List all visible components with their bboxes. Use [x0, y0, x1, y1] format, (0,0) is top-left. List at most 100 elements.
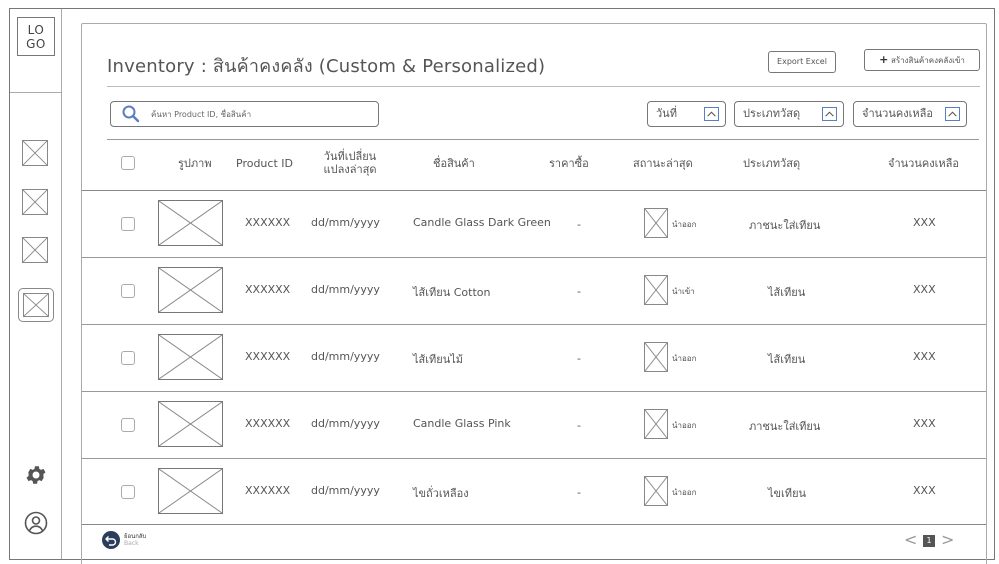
create-stock-label: สร้างสินค้าคงคลังเข้า: [890, 56, 965, 65]
cell-price: -: [577, 218, 581, 231]
col-header-last-changed-line2: แปลงล่าสุด: [323, 163, 377, 176]
filter-qty-label: จำนวนคงเหลือ: [862, 107, 933, 120]
row-checkbox[interactable]: [121, 485, 135, 499]
cell-status: นำออก: [672, 220, 697, 229]
filter-type-label: ประเภทวัสดุ: [743, 107, 801, 120]
status-icon: [644, 476, 668, 506]
row-checkbox[interactable]: [121, 284, 135, 298]
product-image: [158, 267, 223, 313]
status-icon: [644, 275, 668, 305]
image-placeholder-icon: [159, 201, 222, 245]
cell-remaining-qty: XXX: [913, 216, 936, 229]
product-image: [158, 200, 223, 246]
next-page-button[interactable]: >: [941, 530, 954, 549]
cell-product-id: XXXXXX: [245, 417, 291, 430]
cell-material-type: ภาชนะใส่เทียน: [749, 420, 821, 433]
filter-date[interactable]: วันที่: [647, 101, 726, 127]
create-stock-button[interactable]: + สร้างสินค้าคงคลังเข้า: [864, 49, 980, 71]
inventory-panel: Inventory : สินค้าคงคลัง (Custom & Perso…: [81, 23, 987, 564]
image-placeholder-icon: [23, 190, 47, 214]
sidebar-item-inventory-frame: [23, 293, 49, 317]
chevron-up-icon[interactable]: [704, 107, 719, 121]
status-icon: [644, 409, 668, 439]
table-bottom-border: [82, 524, 986, 525]
pagination: < 1 >: [904, 530, 984, 552]
search-box[interactable]: [110, 101, 379, 127]
chevron-up-icon[interactable]: [822, 107, 837, 121]
product-image: [158, 401, 223, 447]
cell-material-type: ไส้เทียน: [768, 353, 806, 366]
current-page[interactable]: 1: [923, 535, 935, 547]
table-row[interactable]: XXXXXX dd/mm/yyyy Candle Glass Dark Gree…: [82, 191, 986, 257]
cell-material-type: ไขเทียน: [768, 487, 807, 500]
image-placeholder-icon: [645, 209, 667, 237]
table-row[interactable]: XXXXXX dd/mm/yyyy Candle Glass Pink - นำ…: [82, 392, 986, 458]
cell-date: dd/mm/yyyy: [311, 484, 380, 497]
chevron-up-icon[interactable]: [945, 107, 960, 121]
search-input[interactable]: [151, 106, 371, 122]
app-frame: LO GO Inventory : สินค้าคงคลัง (Custom &…: [9, 8, 995, 564]
back-button[interactable]: ย้อนกลับ Back: [102, 529, 162, 553]
col-header-purchase-price: ราคาซื้อ: [549, 157, 589, 170]
sidebar-item-inventory[interactable]: [18, 288, 54, 322]
search-icon: [122, 105, 140, 123]
col-header-product-name: ชื่อสินค้า: [433, 157, 475, 170]
image-placeholder-icon: [23, 238, 47, 262]
cell-price: -: [577, 352, 581, 365]
col-header-remaining-qty: จำนวนคงเหลือ: [888, 157, 959, 170]
table-top-border: [107, 139, 979, 140]
filter-date-label: วันที่: [656, 107, 677, 120]
plus-icon: +: [879, 53, 889, 66]
image-placeholder-icon: [645, 410, 667, 438]
gear-icon[interactable]: [24, 463, 48, 487]
sidebar-item-2[interactable]: [22, 189, 48, 215]
cell-product-name: ไขถั่วเหลือง: [413, 487, 469, 500]
filter-remaining-qty[interactable]: จำนวนคงเหลือ: [853, 101, 967, 127]
back-arrow-icon: [102, 531, 120, 549]
cell-remaining-qty: XXX: [913, 484, 936, 497]
image-placeholder-icon: [159, 335, 222, 379]
cell-product-name: ไส้เทียน Cotton: [413, 286, 491, 299]
back-label-en: Back: [124, 540, 139, 547]
row-checkbox[interactable]: [121, 217, 135, 231]
logo: LO GO: [17, 17, 55, 56]
cell-product-name: Candle Glass Pink: [413, 417, 511, 430]
select-all-checkbox[interactable]: [121, 156, 135, 170]
col-header-last-changed-line1: วันที่เปลี่ยน: [323, 150, 377, 163]
col-header-material-type: ประเภทวัสดุ: [743, 157, 801, 170]
user-circle-icon[interactable]: [24, 511, 48, 535]
row-checkbox[interactable]: [121, 351, 135, 365]
cell-status: นำออก: [672, 354, 697, 363]
image-placeholder-icon: [645, 477, 667, 505]
image-placeholder-icon: [23, 141, 47, 165]
cell-date: dd/mm/yyyy: [311, 350, 380, 363]
cell-remaining-qty: XXX: [913, 283, 936, 296]
product-image: [158, 468, 223, 514]
sidebar-divider: [10, 92, 62, 93]
cell-status: นำออก: [672, 421, 697, 430]
cell-product-id: XXXXXX: [245, 350, 291, 363]
cell-price: -: [577, 419, 581, 432]
cell-product-id: XXXXXX: [245, 283, 291, 296]
col-header-status: สถานะล่าสุด: [633, 157, 693, 170]
cell-price: -: [577, 486, 581, 499]
sidebar-item-3[interactable]: [22, 237, 48, 263]
page-title: Inventory : สินค้าคงคลัง (Custom & Perso…: [107, 56, 546, 77]
filter-material-type[interactable]: ประเภทวัสดุ: [734, 101, 844, 127]
cell-material-type: ไส้เทียน: [768, 286, 806, 299]
product-image: [158, 334, 223, 380]
sidebar-item-1[interactable]: [22, 140, 48, 166]
prev-page-button[interactable]: <: [904, 530, 917, 549]
row-checkbox[interactable]: [121, 418, 135, 432]
cell-product-id: XXXXXX: [245, 484, 291, 497]
table-row[interactable]: XXXXXX dd/mm/yyyy ไขถั่วเหลือง - นำออก ไ…: [82, 459, 986, 525]
status-icon: [644, 208, 668, 238]
cell-remaining-qty: XXX: [913, 417, 936, 430]
image-placeholder-icon: [645, 343, 667, 371]
cell-price: -: [577, 285, 581, 298]
table-row[interactable]: XXXXXX dd/mm/yyyy ไส้เทียน Cotton - นำเข…: [82, 258, 986, 324]
export-excel-button[interactable]: Export Excel: [768, 51, 836, 73]
table-row[interactable]: XXXXXX dd/mm/yyyy ไส้เทียนไม้ - นำออก ไส…: [82, 325, 986, 391]
col-header-product-id: Product ID: [236, 157, 293, 170]
cell-date: dd/mm/yyyy: [311, 216, 380, 229]
